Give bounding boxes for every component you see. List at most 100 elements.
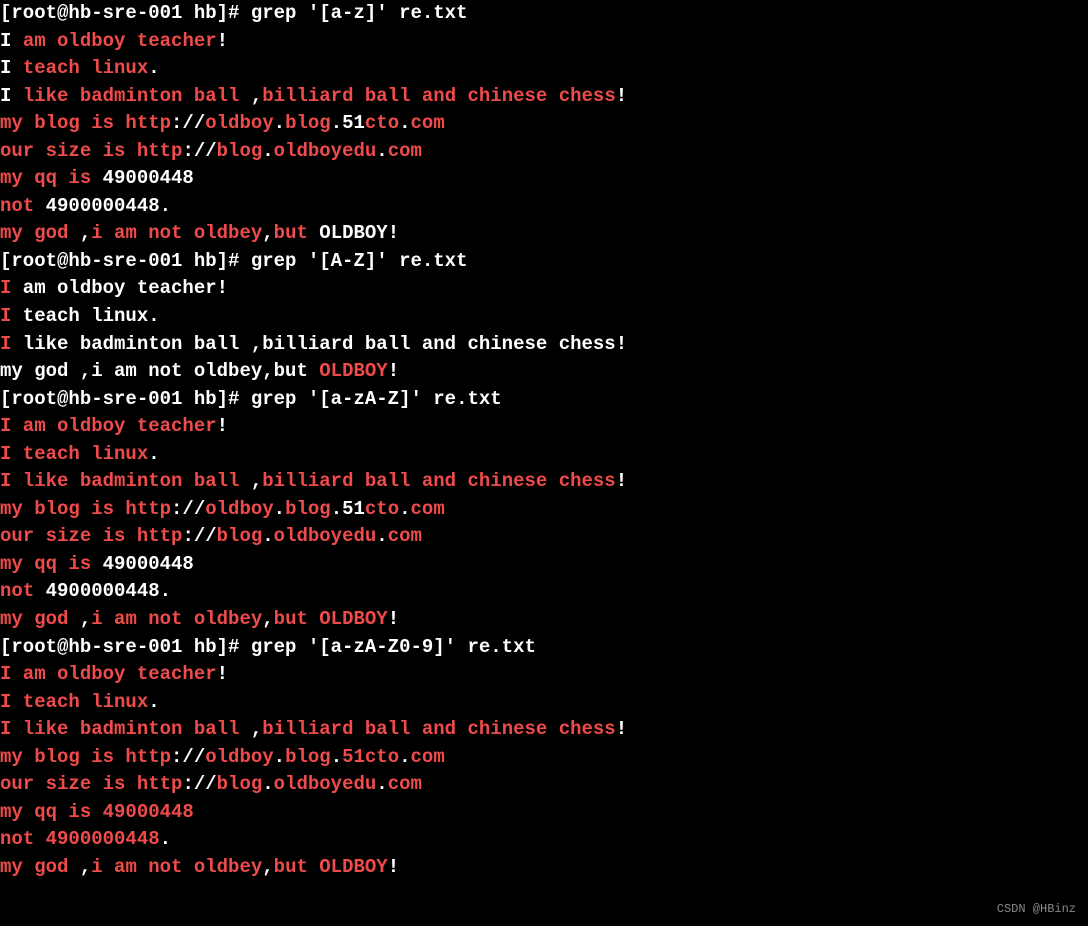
terminal-text: [root@hb-sre-001 hb]# grep '[A-Z]' re.tx… xyxy=(0,250,467,272)
grep-match-text: oldboy xyxy=(205,746,273,768)
terminal-text: , xyxy=(262,222,273,244)
grep-match-text: I xyxy=(0,305,11,327)
terminal-text: ! xyxy=(616,470,627,492)
terminal-line: my blog is http://oldboy.blog.51cto.com xyxy=(0,496,1088,524)
grep-match-text: I teach linux xyxy=(0,691,148,713)
terminal-text: I xyxy=(0,30,23,52)
terminal-text: , xyxy=(80,856,91,878)
terminal-text: , xyxy=(262,856,273,878)
grep-match-text: my qq is xyxy=(0,553,91,575)
terminal-text: . xyxy=(148,57,159,79)
grep-match-text: my blog is http xyxy=(0,112,171,134)
terminal-line: I am oldboy teacher! xyxy=(0,28,1088,56)
terminal-text: :// xyxy=(171,746,205,768)
terminal-line: my qq is 49000448 xyxy=(0,551,1088,579)
grep-match-text: I xyxy=(0,277,11,299)
terminal-text: ! xyxy=(217,30,228,52)
terminal-line: I am oldboy teacher! xyxy=(0,275,1088,303)
grep-match-text: I am oldboy teacher xyxy=(0,663,217,685)
terminal-line: our size is http://blog.oldboyedu.com xyxy=(0,138,1088,166)
grep-match-text: com xyxy=(411,498,445,520)
grep-match-text: oldboyedu xyxy=(274,140,377,162)
terminal-line: my god ,i am not oldbey,but OLDBOY! xyxy=(0,606,1088,634)
terminal-text: , xyxy=(251,470,262,492)
terminal-line: my god ,i am not oldbey,but OLDBOY! xyxy=(0,358,1088,386)
terminal-text: . xyxy=(399,746,410,768)
grep-match-text: my blog is http xyxy=(0,498,171,520)
terminal-text: . xyxy=(376,525,387,547)
grep-match-text: I like badminton ball xyxy=(0,718,251,740)
terminal-text: :// xyxy=(171,498,205,520)
grep-match-text: com xyxy=(388,140,422,162)
grep-match-text: blog xyxy=(217,140,263,162)
terminal-text: I xyxy=(0,57,23,79)
terminal-text: ! xyxy=(388,856,399,878)
grep-match-text: I like badminton ball xyxy=(0,470,251,492)
grep-match-text: like badminton ball xyxy=(23,85,251,107)
grep-match-text: I xyxy=(0,333,11,355)
terminal-text: .51 xyxy=(331,498,365,520)
grep-match-text: 51cto xyxy=(342,746,399,768)
terminal-text: . xyxy=(262,140,273,162)
grep-match-text: com xyxy=(388,773,422,795)
terminal-text: :// xyxy=(182,140,216,162)
terminal-text: , xyxy=(262,608,273,630)
terminal-line: my blog is http://oldboy.blog.51cto.com xyxy=(0,110,1088,138)
terminal-text: :// xyxy=(182,773,216,795)
terminal-line: I teach linux. xyxy=(0,303,1088,331)
grep-match-text: am oldboy teacher xyxy=(23,30,217,52)
grep-match-text: but OLDBOY xyxy=(274,856,388,878)
grep-match-text: oldboyedu xyxy=(274,525,377,547)
terminal-line: my blog is http://oldboy.blog.51cto.com xyxy=(0,744,1088,772)
terminal-text: . xyxy=(148,443,159,465)
terminal-text: [root@hb-sre-001 hb]# grep '[a-zA-Z]' re… xyxy=(0,388,502,410)
terminal-line: our size is http://blog.oldboyedu.com xyxy=(0,523,1088,551)
grep-match-text: blog xyxy=(217,773,263,795)
terminal-line: I teach linux. xyxy=(0,55,1088,83)
terminal-line: our size is http://blog.oldboyedu.com xyxy=(0,771,1088,799)
terminal-text: OLDBOY! xyxy=(308,222,399,244)
terminal-text: . xyxy=(376,773,387,795)
grep-match-text: blog xyxy=(285,746,331,768)
terminal-line: [root@hb-sre-001 hb]# grep '[a-zA-Z]' re… xyxy=(0,386,1088,414)
grep-match-text: my qq is xyxy=(0,167,91,189)
terminal-line: I teach linux. xyxy=(0,689,1088,717)
terminal-text: 4900000448. xyxy=(34,580,171,602)
grep-match-text: my god xyxy=(0,608,80,630)
grep-match-text: billiard ball and chinese chess xyxy=(262,470,615,492)
grep-match-text: com xyxy=(388,525,422,547)
grep-match-text: I am oldboy teacher xyxy=(0,415,217,437)
grep-match-text: oldboy xyxy=(205,498,273,520)
grep-match-text: OLDBOY xyxy=(319,360,387,382)
terminal-text: :// xyxy=(171,112,205,134)
watermark-text: CSDN @HBinz xyxy=(997,901,1076,918)
terminal-line: I like badminton ball ,billiard ball and… xyxy=(0,83,1088,111)
grep-match-text: but OLDBOY xyxy=(274,608,388,630)
grep-match-text: I teach linux xyxy=(0,443,148,465)
grep-match-text: oldboy xyxy=(205,112,273,134)
grep-match-text: my blog is http xyxy=(0,746,171,768)
terminal-line: I teach linux. xyxy=(0,441,1088,469)
terminal-text: , xyxy=(80,608,91,630)
terminal-line: [root@hb-sre-001 hb]# grep '[A-Z]' re.tx… xyxy=(0,248,1088,276)
grep-match-text: billiard ball and chinese chess xyxy=(262,718,615,740)
grep-match-text: billiard ball and chinese chess xyxy=(262,85,615,107)
terminal-text: . xyxy=(262,773,273,795)
terminal-text: ! xyxy=(388,360,399,382)
terminal-text: . xyxy=(160,828,171,850)
terminal-line: I am oldboy teacher! xyxy=(0,413,1088,441)
terminal-text: like badminton ball ,billiard ball and c… xyxy=(11,333,627,355)
grep-match-text: com xyxy=(411,746,445,768)
terminal-line: my qq is 49000448 xyxy=(0,799,1088,827)
terminal-line: not 4900000448. xyxy=(0,193,1088,221)
terminal-text: ! xyxy=(217,663,228,685)
terminal-text: . xyxy=(274,498,285,520)
terminal-line: [root@hb-sre-001 hb]# grep '[a-zA-Z0-9]'… xyxy=(0,634,1088,662)
terminal-text: . xyxy=(274,746,285,768)
terminal-text: .51 xyxy=(331,112,365,134)
grep-match-text: but xyxy=(274,222,308,244)
terminal-text: my god ,i am not oldbey,but xyxy=(0,360,319,382)
terminal-output[interactable]: [root@hb-sre-001 hb]# grep '[a-z]' re.tx… xyxy=(0,0,1088,882)
terminal-text: . xyxy=(399,498,410,520)
terminal-text: teach linux. xyxy=(11,305,159,327)
